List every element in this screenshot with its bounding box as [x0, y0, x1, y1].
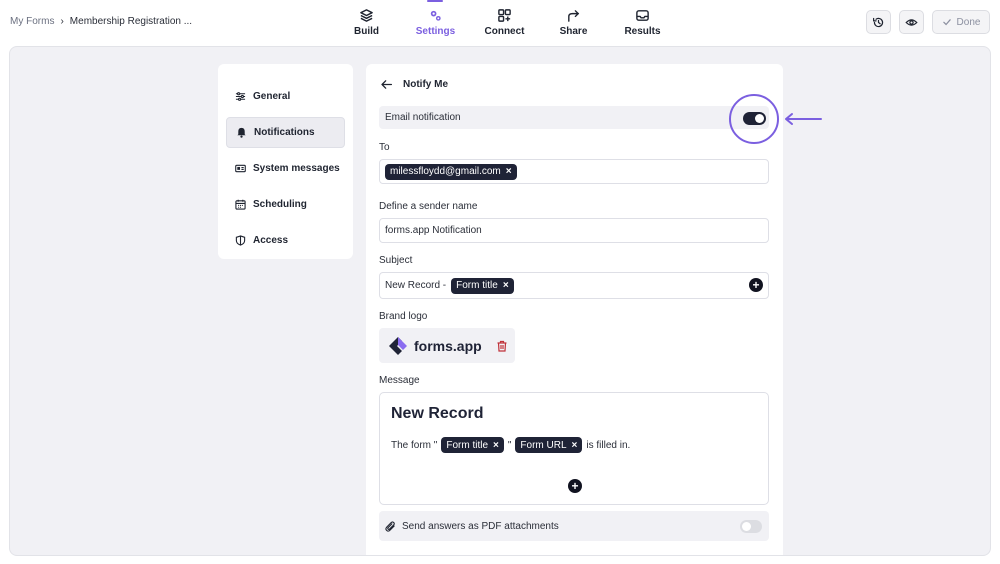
- sidebar-item-label: Scheduling: [253, 199, 307, 210]
- settings-sidebar: General Notifications System messages Sc…: [218, 64, 353, 259]
- done-button[interactable]: Done: [932, 10, 990, 34]
- sender-name-value: forms.app Notification: [385, 225, 482, 236]
- remove-tag-icon[interactable]: ×: [572, 440, 578, 451]
- pointer-arrow-icon: [785, 113, 822, 125]
- recipient-chip: milessfloydd@gmail.com ×: [385, 163, 517, 180]
- notify-me-panel: Notify Me Email notification To milessfl…: [366, 64, 783, 555]
- tab-share-label: Share: [559, 26, 588, 37]
- tab-settings-label: Settings: [415, 26, 456, 37]
- breadcrumb-separator: ›: [60, 16, 64, 27]
- tab-connect-label: Connect: [484, 26, 525, 37]
- sidebar-item-notifications[interactable]: Notifications: [226, 117, 345, 148]
- done-label: Done: [956, 16, 981, 28]
- tab-settings[interactable]: Settings: [401, 0, 470, 46]
- message-text-before: The form ": [391, 439, 438, 451]
- remove-tag-icon[interactable]: ×: [493, 440, 499, 451]
- sidebar-item-label: Notifications: [254, 127, 315, 138]
- breadcrumb-root[interactable]: My Forms: [10, 16, 54, 27]
- tab-build-label: Build: [354, 26, 379, 37]
- trash-icon[interactable]: [496, 340, 508, 352]
- subject-label: Subject: [379, 255, 413, 266]
- tab-results-label: Results: [624, 26, 661, 37]
- panel-title: Notify Me: [403, 79, 448, 90]
- inbox-icon: [636, 10, 649, 21]
- tab-connect[interactable]: Connect: [470, 0, 539, 46]
- layers-icon: [360, 9, 373, 22]
- email-notification-label: Email notification: [385, 112, 461, 123]
- check-icon: [942, 19, 951, 26]
- paperclip-icon: [385, 520, 395, 532]
- recipient-email: milessfloydd@gmail.com: [390, 166, 501, 177]
- history-button[interactable]: [866, 10, 891, 34]
- message-label: Message: [379, 375, 420, 386]
- message-heading: New Record: [391, 405, 484, 422]
- pdf-attachment-toggle[interactable]: [740, 520, 762, 533]
- to-field[interactable]: milessfloydd@gmail.com ×: [379, 159, 769, 184]
- message-tag-label: Form title: [446, 439, 489, 451]
- remove-recipient-icon[interactable]: ×: [506, 166, 512, 177]
- brand-logo-text: forms.app: [414, 337, 482, 354]
- pdf-attachment-label: Send answers as PDF attachments: [402, 520, 559, 532]
- sliders-icon: [235, 92, 246, 101]
- bell-icon: [237, 127, 246, 138]
- back-arrow-icon[interactable]: [380, 78, 393, 91]
- tab-results[interactable]: Results: [608, 0, 677, 46]
- settings-canvas: General Notifications System messages Sc…: [9, 46, 991, 556]
- breadcrumb: My Forms › Membership Registration ...: [10, 16, 192, 27]
- eye-icon: [905, 18, 918, 26]
- panel-header: Notify Me: [380, 78, 448, 91]
- share-arrow-icon: [568, 10, 580, 22]
- subject-tag-chip: Form title ×: [451, 277, 514, 294]
- breadcrumb-current: Membership Registration ...: [69, 16, 193, 27]
- subject-prefix: New Record -: [385, 280, 447, 291]
- remove-tag-icon[interactable]: ×: [503, 280, 509, 291]
- pdf-attachment-row: Send answers as PDF attachments: [379, 511, 769, 541]
- subject-field[interactable]: New Record - Form title ×: [379, 272, 769, 299]
- sidebar-item-label: Access: [253, 235, 289, 246]
- gears-icon: [430, 10, 441, 21]
- subject-tag-label: Form title: [456, 280, 498, 291]
- message-quote: ": [507, 439, 512, 451]
- message-tag-chip: Form title ×: [441, 437, 504, 453]
- message-tag-label: Form URL: [520, 439, 567, 451]
- preview-button[interactable]: [899, 10, 924, 34]
- tab-build[interactable]: Build: [332, 0, 401, 46]
- calendar-icon: [235, 199, 246, 210]
- sidebar-item-access[interactable]: Access: [226, 225, 345, 256]
- history-icon: [873, 17, 884, 27]
- main-nav: Build Settings Connect Share Results: [332, 0, 677, 46]
- sidebar-item-general[interactable]: General: [226, 81, 345, 112]
- top-bar: My Forms › Membership Registration ... B…: [0, 0, 1000, 46]
- forms-app-logo-icon: [389, 336, 407, 355]
- add-message-variable-button[interactable]: +: [568, 479, 582, 493]
- sender-name-label: Define a sender name: [379, 201, 478, 212]
- brand-logo-box: forms.app: [379, 328, 515, 363]
- sidebar-item-label: General: [253, 91, 291, 102]
- message-card-icon: [235, 164, 246, 173]
- brand-logo-label: Brand logo: [379, 311, 428, 322]
- to-label: To: [379, 142, 390, 153]
- shield-icon: [235, 235, 246, 246]
- email-notification-row: Email notification: [379, 106, 769, 129]
- highlight-ring: [729, 94, 779, 144]
- tab-share[interactable]: Share: [539, 0, 608, 46]
- sidebar-item-system-messages[interactable]: System messages: [226, 153, 345, 184]
- sidebar-item-scheduling[interactable]: Scheduling: [226, 189, 345, 220]
- message-text-after: is filled in.: [586, 439, 631, 451]
- sender-name-input[interactable]: forms.app Notification: [379, 218, 769, 243]
- message-tag-chip: Form URL ×: [515, 437, 583, 453]
- message-body: The form " Form title × " Form URL × is …: [391, 437, 630, 453]
- add-subject-variable-button[interactable]: +: [749, 278, 763, 292]
- message-editor[interactable]: New Record The form " Form title × " For…: [379, 392, 769, 505]
- sidebar-item-label: System messages: [253, 163, 340, 174]
- connect-icon: [498, 9, 511, 22]
